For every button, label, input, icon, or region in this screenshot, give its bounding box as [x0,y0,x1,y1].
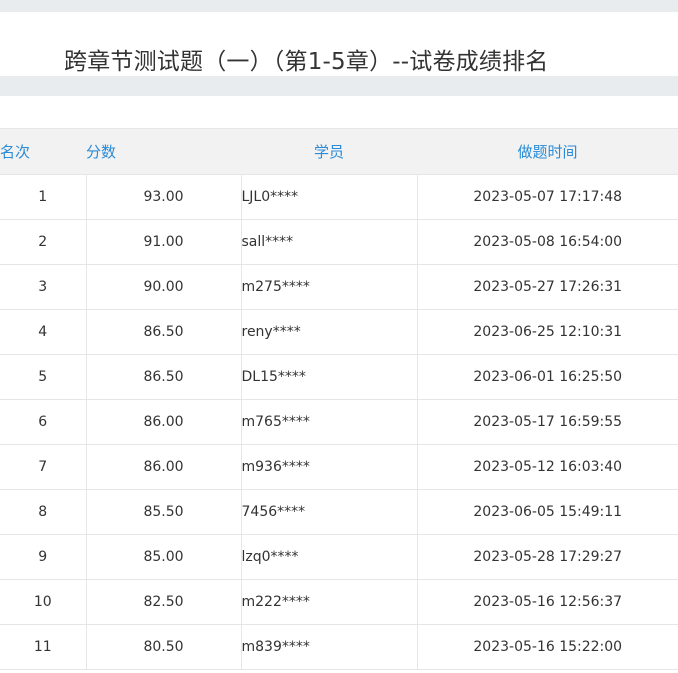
rank-cell: 5 [0,354,86,400]
title-bar: 跨章节测试题（一）（第1-5章）--试卷成绩排名 [0,12,678,76]
rank-cell: 8 [0,489,86,535]
rank-cell: 6 [0,399,86,445]
time-cell: 2023-05-27 17:26:31 [416,264,678,310]
table-row: 2 91.00 sall**** 2023-05-08 16:54:00 [0,219,678,265]
student-cell: m936**** [240,444,417,490]
score-cell: 90.00 [85,264,241,310]
time-cell: 2023-05-08 16:54:00 [416,219,678,265]
table-row: 7 86.00 m936**** 2023-05-12 16:03:40 [0,444,678,490]
table-row: 10 82.50 m222**** 2023-05-16 12:56:37 [0,579,678,625]
score-cell: 86.50 [85,309,241,355]
student-cell: DL15**** [240,354,417,400]
rank-cell: 1 [0,174,86,220]
table-row: 3 90.00 m275**** 2023-05-27 17:26:31 [0,264,678,310]
student-cell: reny**** [240,309,417,355]
rank-cell: 11 [0,624,86,670]
score-cell: 85.50 [85,489,241,535]
student-cell: LJL0**** [240,174,417,220]
table-row: 11 80.50 m839**** 2023-05-16 15:22:00 [0,624,678,670]
student-cell: m839**** [240,624,417,670]
student-cell: m765**** [240,399,417,445]
table-row: 8 85.50 7456**** 2023-06-05 15:49:11 [0,489,678,535]
rank-cell: 9 [0,534,86,580]
table-row: 6 86.00 m765**** 2023-05-17 16:59:55 [0,399,678,445]
header-score: 分数 [86,128,241,175]
score-cell: 86.00 [85,399,241,445]
score-cell: 86.50 [85,354,241,400]
table-row: 1 93.00 LJL0**** 2023-05-07 17:17:48 [0,174,678,220]
time-cell: 2023-05-16 12:56:37 [416,579,678,625]
ranking-table: 名次 分数 学员 做题时间 1 93.00 LJL0**** 2023-05-0… [0,128,678,670]
student-cell: sall**** [240,219,417,265]
time-cell: 2023-05-16 15:22:00 [416,624,678,670]
table-row: 5 86.50 DL15**** 2023-06-01 16:25:50 [0,354,678,400]
section-gap [0,76,678,96]
rank-cell: 7 [0,444,86,490]
top-band [0,0,678,12]
time-cell: 2023-05-28 17:29:27 [416,534,678,580]
score-cell: 85.00 [85,534,241,580]
score-cell: 91.00 [85,219,241,265]
time-cell: 2023-05-17 16:59:55 [416,399,678,445]
score-cell: 86.00 [85,444,241,490]
header-student: 学员 [241,128,417,175]
time-cell: 2023-05-12 16:03:40 [416,444,678,490]
rank-cell: 4 [0,309,86,355]
student-cell: lzq0**** [240,534,417,580]
student-cell: m222**** [240,579,417,625]
table-row: 4 86.50 reny**** 2023-06-25 12:10:31 [0,309,678,355]
time-cell: 2023-05-07 17:17:48 [416,174,678,220]
rank-cell: 2 [0,219,86,265]
rank-cell: 3 [0,264,86,310]
student-cell: m275**** [240,264,417,310]
header-rank: 名次 [0,128,86,175]
table-row: 9 85.00 lzq0**** 2023-05-28 17:29:27 [0,534,678,580]
header-time: 做题时间 [417,128,678,175]
time-cell: 2023-06-05 15:49:11 [416,489,678,535]
time-cell: 2023-06-01 16:25:50 [416,354,678,400]
time-cell: 2023-06-25 12:10:31 [416,309,678,355]
page-title: 跨章节测试题（一）（第1-5章）--试卷成绩排名 [64,49,549,75]
table-header-row: 名次 分数 学员 做题时间 [0,128,678,175]
score-cell: 80.50 [85,624,241,670]
score-cell: 82.50 [85,579,241,625]
rank-cell: 10 [0,579,86,625]
student-cell: 7456**** [240,489,417,535]
score-cell: 93.00 [85,174,241,220]
